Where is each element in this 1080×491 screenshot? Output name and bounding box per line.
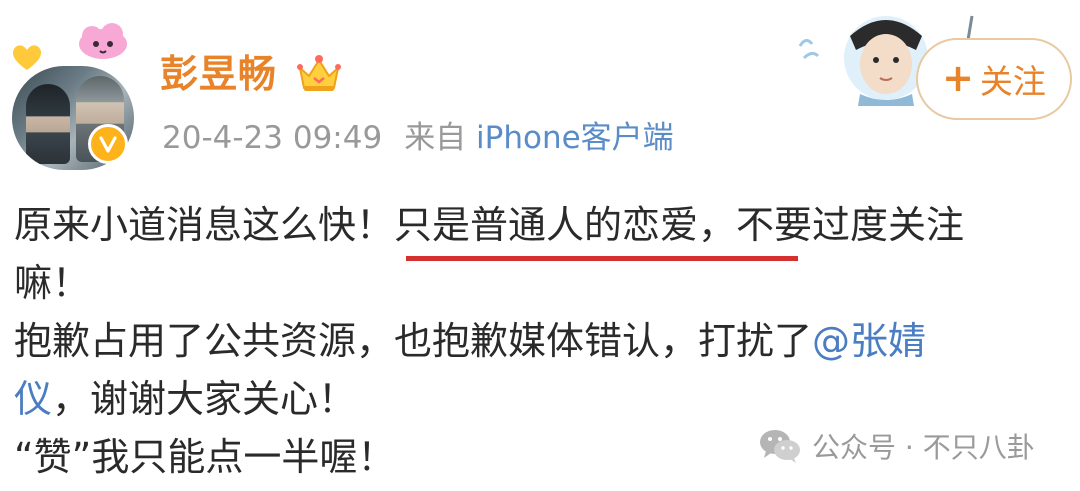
cloud-sticker-icon: [79, 23, 127, 59]
post-line: 原来小道消息这么快！只是普通人的恋爱，不要过度关注: [14, 196, 1074, 254]
post-line: 嘛！: [14, 261, 91, 305]
watermark: 公众号 · 不只八卦: [758, 424, 1035, 468]
post-line: 仪，谢谢大家关心！: [14, 370, 1074, 428]
avatar-photo-figure: [26, 84, 70, 164]
heart-sticker-icon: [12, 45, 42, 70]
follow-button-label: 关注: [979, 62, 1046, 101]
post-meta: 20-4-23 09:49 来自 iPhone客户端: [162, 116, 674, 160]
mention-link[interactable]: 仪: [14, 377, 52, 421]
watermark-text: 公众号 · 不只八卦: [812, 431, 1035, 464]
follow-button[interactable]: + 关注: [916, 38, 1072, 120]
client-link[interactable]: iPhone客户端: [476, 120, 674, 156]
vip-crown-icon: [297, 55, 341, 91]
wechat-logo-icon: [760, 430, 800, 463]
source-prefix: 来自: [404, 120, 467, 156]
highlighted-text-segment: 只是普通人的恋爱，: [394, 203, 737, 247]
post-text-segment: 抱歉占用了公共资源，也抱歉媒体错认，打扰了: [14, 319, 813, 363]
post-timestamp: 20-4-23 09:49: [162, 120, 383, 156]
weibo-post-screenshot: 彭昱畅 20-4-23 09:49 来自 iPhone客户端 + 关注 原来小道消…: [0, 0, 1080, 491]
post-line: 抱歉占用了公共资源，也抱歉媒体错认，打扰了@张婧: [14, 312, 1074, 370]
verified-badge-icon: [88, 124, 128, 164]
mention-link[interactable]: @张婧: [812, 319, 926, 363]
username[interactable]: 彭昱畅: [160, 50, 277, 98]
post-text-segment: 原来小道消息这么快！: [14, 203, 395, 247]
emphasis-underline: [406, 256, 798, 261]
post-text-segment: ，谢谢大家关心！: [52, 377, 357, 421]
post-text-segment: 不要过度关注: [736, 203, 965, 247]
plus-icon: +: [942, 56, 974, 100]
